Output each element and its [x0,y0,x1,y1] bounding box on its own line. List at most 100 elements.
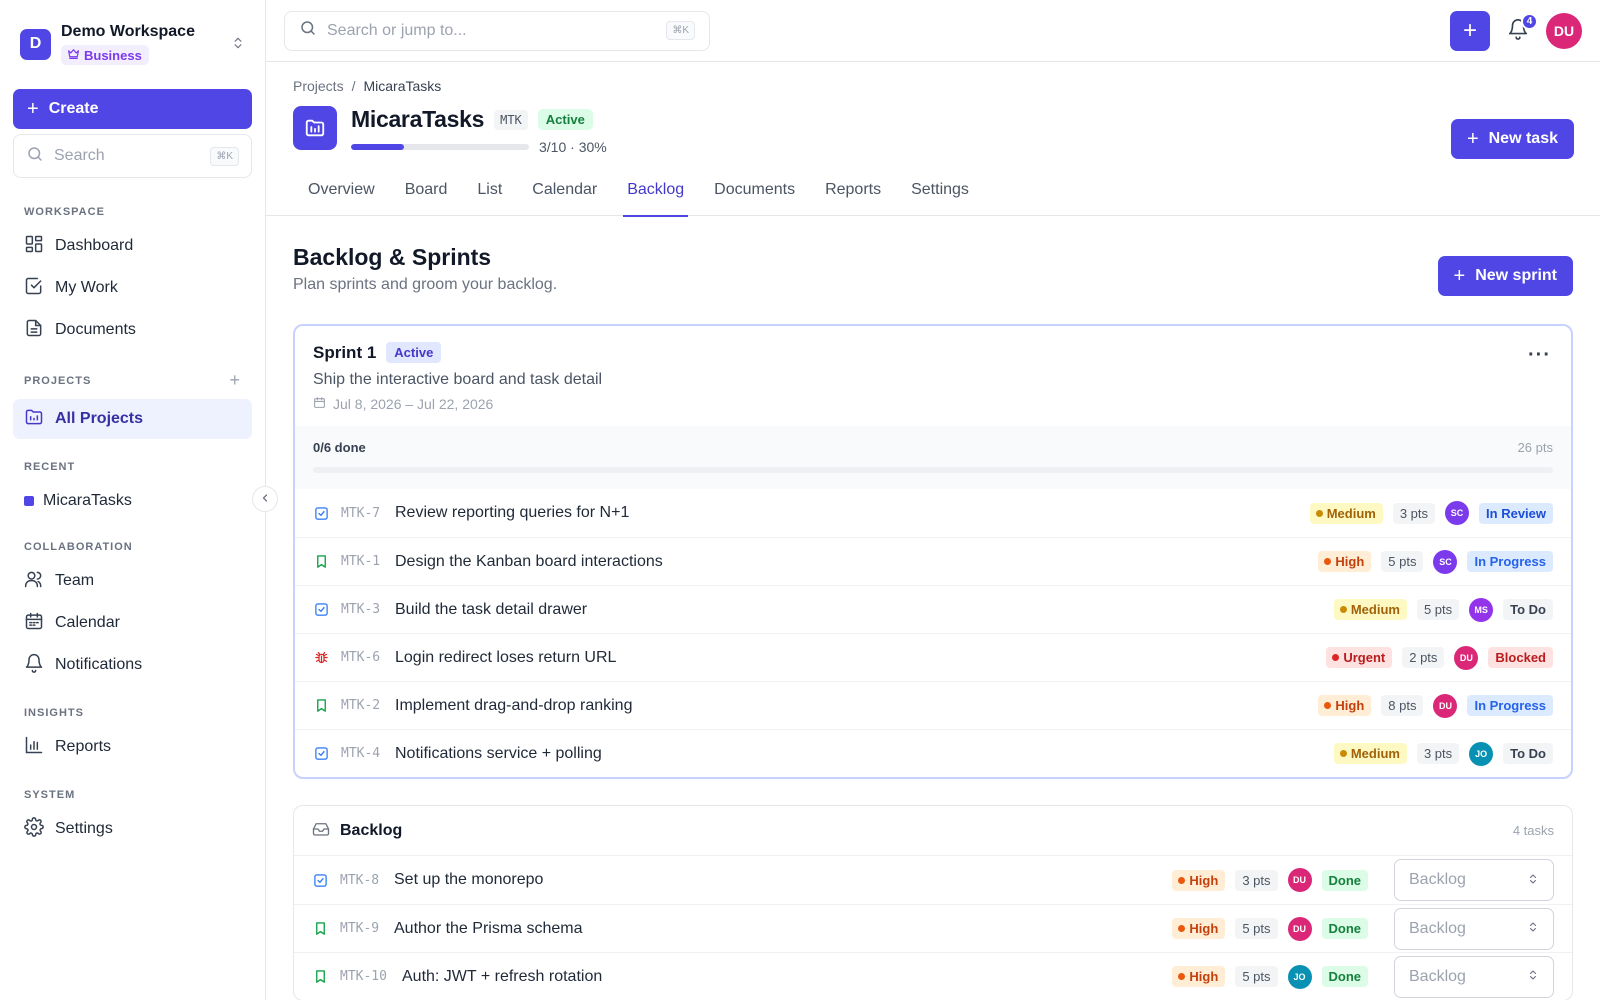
tab-reports[interactable]: Reports [810,173,896,216]
task-icon [313,602,329,617]
search-icon [26,145,44,168]
quick-add-button[interactable]: + [1450,10,1490,51]
sidebar-item-reports[interactable]: Reports [13,727,252,767]
backlog-count: 4 tasks [1512,823,1554,838]
sprint-task-list: MTK-7 Review reporting queries for N+1 Med… [295,489,1571,777]
tab-documents[interactable]: Documents [699,173,810,216]
breadcrumb: Projects / MicaraTasks [293,78,1573,94]
story-points-badge: 3 pts [1416,743,1460,764]
assignee-avatar[interactable]: DU [1433,693,1458,718]
task-row[interactable]: MTK-3 Build the task detail drawer Medium 5… [295,585,1571,633]
story-bookmark-icon [312,969,328,984]
shortcut-hint: ⌘K [210,146,239,166]
tab-calendar[interactable]: Calendar [517,173,612,216]
priority-dot [1315,509,1323,517]
priority-badge: Urgent [1326,647,1393,668]
tab-list[interactable]: List [462,173,517,216]
task-row[interactable]: MTK-10 Auth: JWT + refresh rotation High 5 … [294,952,1572,1000]
main-content: Search or jump to... ⌘K + 4 DU Projects … [266,0,1600,1000]
project-progress: 3/10 · 30% [351,139,607,155]
task-row[interactable]: MTK-8 Set up the monorepo High 3 pts DU Done B… [294,856,1572,904]
sidebar-item-all-projects[interactable]: All Projects [13,399,252,439]
status-badge: Done [1321,869,1368,891]
sidebar-item-dashboard[interactable]: Dashboard [13,226,252,266]
plus-icon: + [27,98,39,120]
section-collaboration: COLLABORATION [0,541,265,553]
new-sprint-button[interactable]: + New sprint [1437,256,1573,296]
task-row[interactable]: MTK-2 Implement drag-and-drop ranking High… [295,681,1571,729]
sidebar-item-recent-project[interactable]: MicaraTasks [13,481,252,521]
global-search[interactable]: Search or jump to... ⌘K [284,10,710,51]
assignee-avatar[interactable]: DU [1287,868,1312,892]
task-title[interactable]: Build the task detail drawer [395,601,1334,619]
sidebar: D Demo Workspace Business + Create Searc… [0,0,278,1000]
sidebar-item-team[interactable]: Team [13,561,252,601]
create-label: Create [48,100,99,117]
user-avatar[interactable]: DU [1546,12,1582,49]
create-button[interactable]: + Create [13,89,252,129]
assignee-avatar[interactable]: MS [1469,597,1494,622]
bell-icon [24,653,44,678]
more-options-icon[interactable]: ··· [1528,344,1551,367]
sprint-select[interactable]: Backlog [1394,907,1554,950]
status-badge: In Review [1479,502,1553,524]
sidebar-item-notifications[interactable]: Notifications [13,645,252,685]
story-points-badge: 5 pts [1381,551,1424,572]
task-badges: High 8 pts DU In Progress [1318,693,1553,718]
assignee-avatar[interactable]: DU [1454,645,1479,670]
sidebar-item-label: Team [55,572,95,589]
assignee-avatar[interactable]: SC [1445,501,1470,525]
task-row[interactable]: MTK-6 Login redirect loses return URL Urge… [295,633,1571,681]
add-project-icon[interactable]: + [229,370,241,391]
sprint-points: 26 pts [1517,440,1553,455]
task-title[interactable]: Design the Kanban board interactions [395,553,1318,571]
task-title[interactable]: Author the Prisma schema [394,920,1172,938]
project-icon [293,106,337,150]
new-task-button[interactable]: + New task [1450,119,1574,159]
section-label: COLLABORATION [24,541,133,553]
task-title[interactable]: Auth: JWT + refresh rotation [402,968,1172,986]
assignee-avatar[interactable]: SC [1433,549,1458,574]
assignee-avatar[interactable]: JO [1469,741,1494,766]
sprint-select[interactable]: Backlog [1394,955,1554,998]
sidebar-search[interactable]: Search ⌘K [13,134,252,178]
task-title[interactable]: Set up the monorepo [394,871,1172,889]
sidebar-item-calendar[interactable]: Calendar [13,603,252,643]
workspace-switcher[interactable]: D Demo Workspace Business [0,0,265,68]
task-key: MTK-9 [340,921,380,936]
topbar: Search or jump to... ⌘K + 4 DU [266,0,1600,62]
notifications-button[interactable]: 4 [1504,12,1538,45]
task-row[interactable]: MTK-7 Review reporting queries for N+1 Med… [295,489,1571,537]
assignee-avatar[interactable]: DU [1287,916,1312,941]
tab-overview[interactable]: Overview [293,173,390,216]
task-row[interactable]: MTK-1 Design the Kanban board interaction… [295,537,1571,585]
task-title[interactable]: Implement drag-and-drop ranking [395,697,1318,715]
section-recent: RECENT [0,461,265,473]
sprint-dates: Jul 8, 2026 – Jul 22, 2026 [313,396,1553,412]
sprint-stat-line: 0/6 done 26 pts [313,440,1553,455]
section-workspace: WORKSPACE [0,206,265,218]
priority-dot [1339,750,1347,757]
task-title[interactable]: Notifications service + polling [395,745,1334,763]
task-row[interactable]: MTK-9 Author the Prisma schema High 5 pts DU… [294,904,1572,952]
breadcrumb-projects[interactable]: Projects [293,78,344,94]
task-title[interactable]: Login redirect loses return URL [395,649,1326,667]
sidebar-item-label: Dashboard [55,237,134,254]
tab-board[interactable]: Board [390,173,463,216]
assignee-avatar[interactable]: JO [1287,964,1312,989]
task-title[interactable]: Review reporting queries for N+1 [395,504,1310,522]
priority-dot [1324,702,1332,709]
sidebar-item-documents[interactable]: Documents [13,310,252,350]
sprint-select-value: Backlog [1409,967,1466,985]
story-points-badge: 5 pts [1235,966,1278,987]
sprint-select[interactable]: Backlog [1394,859,1554,901]
tab-settings[interactable]: Settings [896,173,984,216]
priority-badge: High [1318,695,1372,716]
plus-icon: + [1453,264,1466,287]
chevron-up-down-icon [1527,872,1539,889]
tab-backlog[interactable]: Backlog [612,173,699,217]
sidebar-item-settings[interactable]: Settings [13,809,252,849]
sidebar-item-my-work[interactable]: My Work [13,268,252,308]
task-row[interactable]: MTK-4 Notifications service + polling Medi… [295,729,1571,777]
dashboard-icon [24,234,44,259]
